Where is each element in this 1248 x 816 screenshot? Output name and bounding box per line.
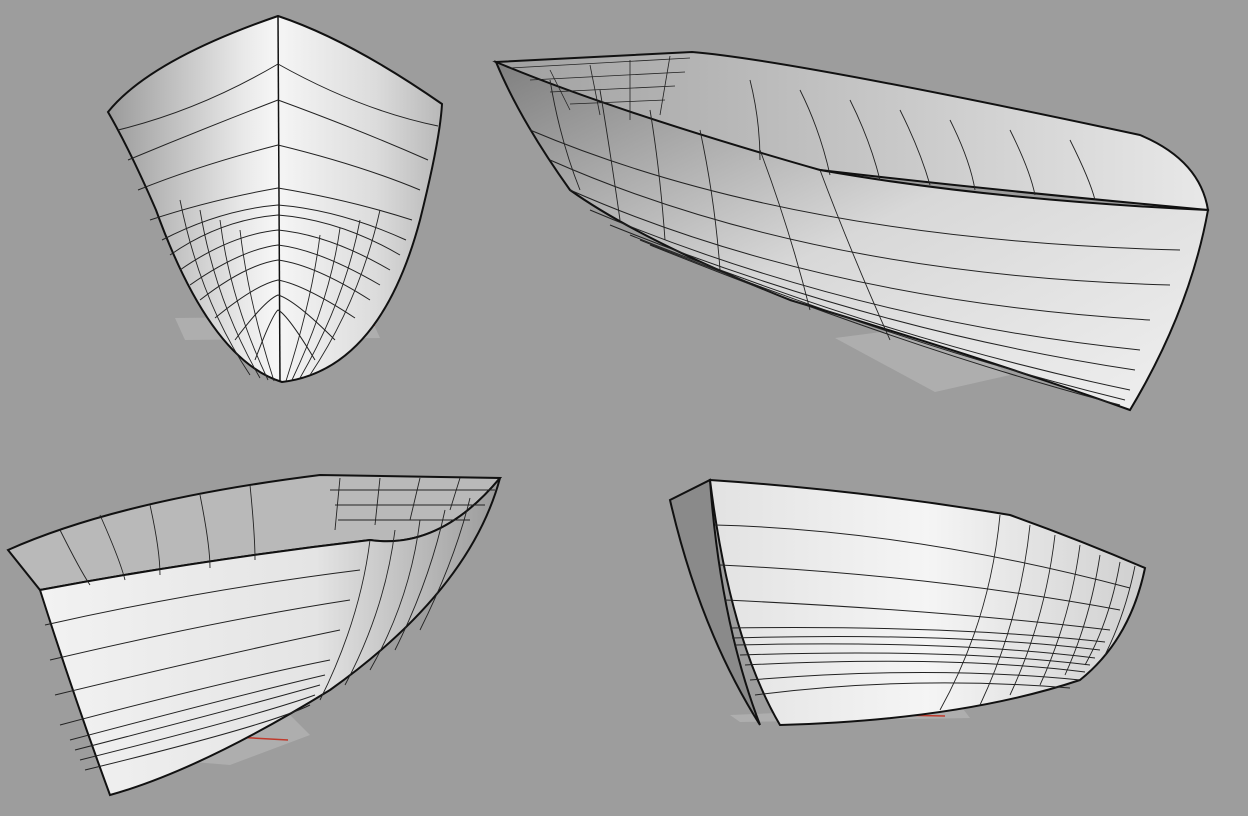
viewport-area[interactable] xyxy=(0,0,1248,816)
perspective-stern[interactable] xyxy=(660,470,1160,740)
bow-front-view[interactable] xyxy=(90,0,490,400)
hull-perspective-bottom-right xyxy=(668,478,1147,727)
hull-bow-front xyxy=(106,14,444,384)
hull-perspective-top-right xyxy=(492,50,1210,412)
hull-perspective-bottom-left xyxy=(6,473,503,797)
perspective-bow-high[interactable] xyxy=(490,40,1230,420)
perspective-bow-low[interactable] xyxy=(0,470,510,810)
